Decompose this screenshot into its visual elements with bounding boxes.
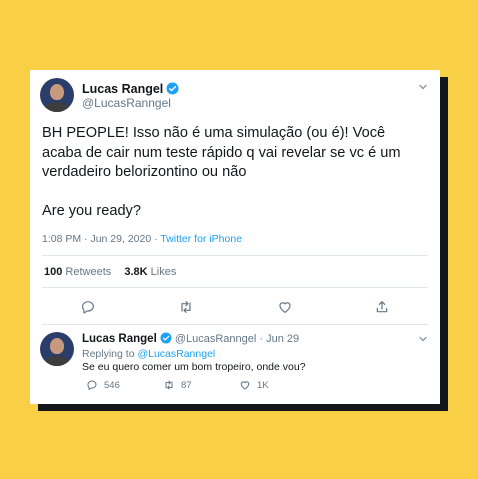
- share-icon[interactable]: [374, 299, 390, 315]
- divider: [42, 287, 428, 288]
- like-count: 1K: [257, 379, 269, 391]
- tweet-stats: 100 Retweets 3.8K Likes: [44, 266, 176, 278]
- tweet-text-line: verdadeiro belorizontino ou não: [42, 164, 247, 180]
- like-icon: [240, 381, 250, 390]
- reply-like-button[interactable]: 1K: [239, 379, 269, 391]
- reply-author-handle[interactable]: @LucasRanngel: [175, 333, 257, 345]
- tweet-text-question: Are you ready?: [42, 203, 141, 219]
- tweet-time[interactable]: 1:08 PM: [42, 233, 81, 245]
- tweet-card: Lucas Rangel @LucasRanngel BH PEOPLE! Is…: [30, 70, 440, 404]
- divider: [42, 255, 428, 256]
- avatar[interactable]: [40, 332, 74, 366]
- replying-to: Replying to @LucasRanngel: [82, 348, 215, 360]
- reply-reply-button[interactable]: 546: [86, 379, 120, 391]
- retweets-count: 100: [44, 266, 63, 278]
- likes-count: 3.8K: [124, 266, 148, 278]
- replying-mention[interactable]: @LucasRanngel: [137, 348, 215, 360]
- verified-icon: [160, 332, 172, 344]
- like-icon[interactable]: [277, 299, 293, 315]
- retweet-icon[interactable]: [178, 299, 194, 315]
- tweet-text: BH PEOPLE! Isso não é uma simulação (ou …: [42, 124, 432, 222]
- likes-stat[interactable]: 3.8K Likes: [124, 266, 176, 278]
- retweets-stat[interactable]: 100 Retweets: [44, 266, 111, 278]
- reply-header: Lucas Rangel @LucasRanngel · Jun 29: [82, 332, 300, 345]
- reply-author-name[interactable]: Lucas Rangel: [82, 333, 157, 345]
- divider: [42, 324, 428, 325]
- reply-icon: [87, 380, 97, 390]
- tweet-text-line: acaba de cair num teste rápido q vai rev…: [42, 144, 401, 161]
- reply-icon[interactable]: [80, 299, 96, 315]
- tweet-meta: 1:08 PM · Jun 29, 2020 · Twitter for iPh…: [42, 233, 243, 245]
- verified-icon: [166, 82, 179, 95]
- chevron-down-icon[interactable]: [418, 82, 428, 92]
- avatar[interactable]: [40, 78, 74, 112]
- chevron-down-icon[interactable]: [418, 334, 428, 344]
- retweet-icon: [165, 380, 173, 390]
- reply-text: Se eu quero comer um bom tropeiro, onde …: [82, 361, 306, 373]
- tweet-date[interactable]: Jun 29, 2020: [90, 233, 151, 245]
- reply-retweet-button[interactable]: 87: [163, 379, 192, 391]
- reply-count: 546: [104, 379, 120, 391]
- tweet-text-line: BH PEOPLE! Isso não é uma simulação (ou …: [42, 125, 386, 141]
- retweets-label: Retweets: [65, 266, 112, 278]
- author-name[interactable]: Lucas Rangel: [82, 82, 163, 96]
- replying-label: Replying to: [82, 348, 135, 360]
- reply-date[interactable]: Jun 29: [266, 333, 299, 345]
- retweet-count: 87: [181, 379, 192, 391]
- likes-label: Likes: [150, 266, 177, 278]
- tweet-source[interactable]: Twitter for iPhone: [160, 233, 242, 245]
- author-handle[interactable]: @LucasRanngel: [82, 96, 171, 110]
